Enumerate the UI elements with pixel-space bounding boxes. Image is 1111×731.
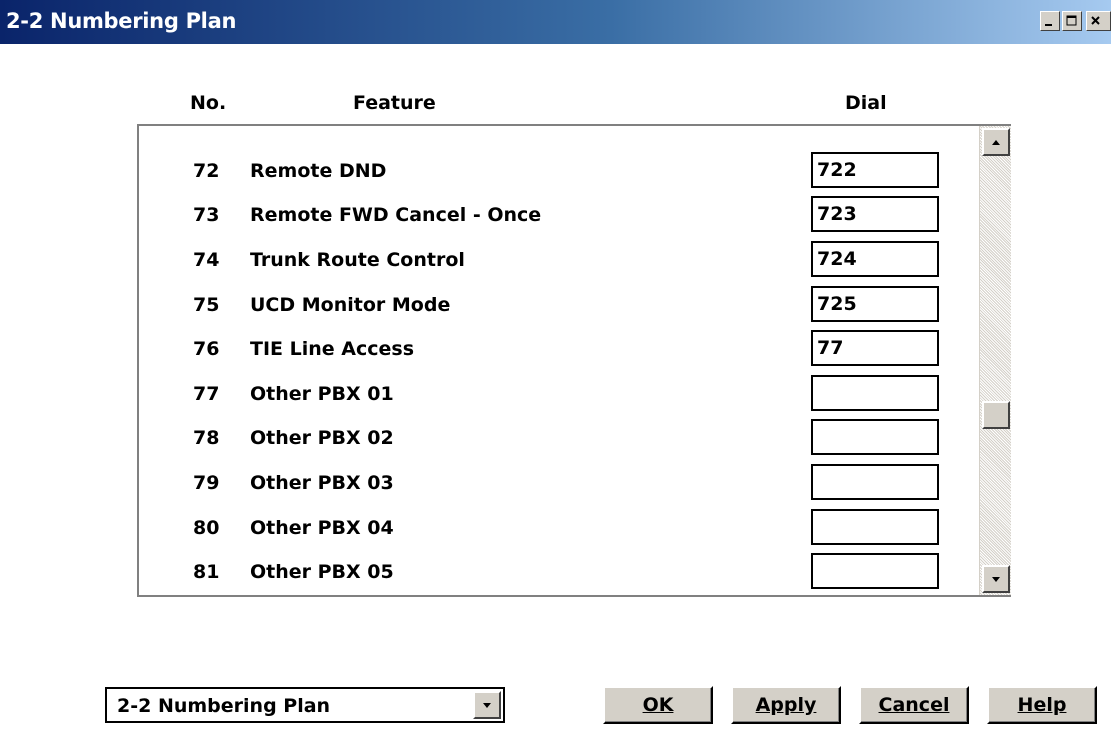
scroll-down-arrow-icon[interactable] (982, 565, 1010, 593)
table-row: 79 Other PBX 03 (139, 464, 979, 504)
dial-field[interactable] (811, 196, 939, 232)
close-icon[interactable] (1086, 11, 1111, 31)
column-header-no: No. (190, 92, 227, 114)
table-row: 76 TIE Line Access (139, 330, 979, 370)
chevron-down-icon[interactable] (473, 691, 501, 719)
table-row: 78 Other PBX 02 (139, 419, 979, 459)
table-row: 73 Remote FWD Cancel - Once (139, 196, 979, 236)
row-number: 73 (193, 204, 220, 226)
maximize-icon[interactable] (1062, 11, 1082, 31)
row-number: 79 (193, 472, 220, 494)
dial-field[interactable] (811, 152, 939, 188)
scroll-thumb[interactable] (982, 401, 1010, 429)
dial-field[interactable] (811, 241, 939, 277)
minimize-icon[interactable] (1040, 11, 1060, 31)
feature-name: Other PBX 03 (250, 472, 394, 494)
dial-field[interactable] (811, 375, 939, 411)
feature-name: Remote FWD Cancel - Once (250, 204, 542, 226)
dial-field[interactable] (811, 509, 939, 545)
help-button-label: Help (1017, 694, 1067, 716)
window-title: 2-2 Numbering Plan (6, 9, 237, 33)
table-row: 74 Trunk Route Control (139, 241, 979, 281)
feature-name: Other PBX 05 (250, 561, 394, 583)
title-bar[interactable]: 2-2 Numbering Plan (0, 0, 1111, 44)
ok-button[interactable]: OK (603, 686, 713, 724)
numbering-list-panel: 72 Remote DND 73 Remote FWD Cancel - Onc… (137, 124, 1011, 597)
feature-name: Trunk Route Control (250, 249, 465, 271)
feature-name: Other PBX 01 (250, 383, 394, 405)
cancel-button-label: Cancel (878, 694, 950, 716)
table-row: 72 Remote DND (139, 152, 979, 192)
table-row: 81 Other PBX 05 (139, 553, 979, 593)
ok-button-label: OK (642, 694, 674, 716)
dial-field[interactable] (811, 330, 939, 366)
row-number: 81 (193, 561, 220, 583)
page-select-value: 2-2 Numbering Plan (117, 695, 331, 717)
column-header-feature: Feature (353, 92, 436, 114)
apply-button-label: Apply (755, 694, 817, 716)
feature-name: Remote DND (250, 160, 387, 182)
row-number: 74 (193, 249, 220, 271)
dial-field[interactable] (811, 286, 939, 322)
table-row: 77 Other PBX 01 (139, 375, 979, 415)
feature-name: TIE Line Access (250, 338, 415, 360)
table-row: 75 UCD Monitor Mode (139, 286, 979, 326)
table-row: 80 Other PBX 04 (139, 509, 979, 549)
dial-field[interactable] (811, 419, 939, 455)
row-number: 77 (193, 383, 220, 405)
column-header-dial: Dial (845, 92, 887, 114)
row-number: 75 (193, 294, 220, 316)
row-number: 76 (193, 338, 220, 360)
cancel-button[interactable]: Cancel (859, 686, 969, 724)
feature-name: UCD Monitor Mode (250, 294, 451, 316)
dialog-body: No. Feature Dial 72 Remote DND 73 Remote… (0, 44, 1111, 731)
vertical-scrollbar[interactable] (979, 126, 1011, 595)
dial-field[interactable] (811, 464, 939, 500)
dial-field[interactable] (811, 553, 939, 589)
scroll-up-arrow-icon[interactable] (982, 128, 1010, 156)
feature-name: Other PBX 04 (250, 517, 394, 539)
row-number: 80 (193, 517, 220, 539)
feature-name: Other PBX 02 (250, 427, 394, 449)
row-number: 72 (193, 160, 220, 182)
row-number: 78 (193, 427, 220, 449)
apply-button[interactable]: Apply (731, 686, 841, 724)
page-select-dropdown[interactable]: 2-2 Numbering Plan (105, 687, 505, 723)
help-button[interactable]: Help (987, 686, 1097, 724)
